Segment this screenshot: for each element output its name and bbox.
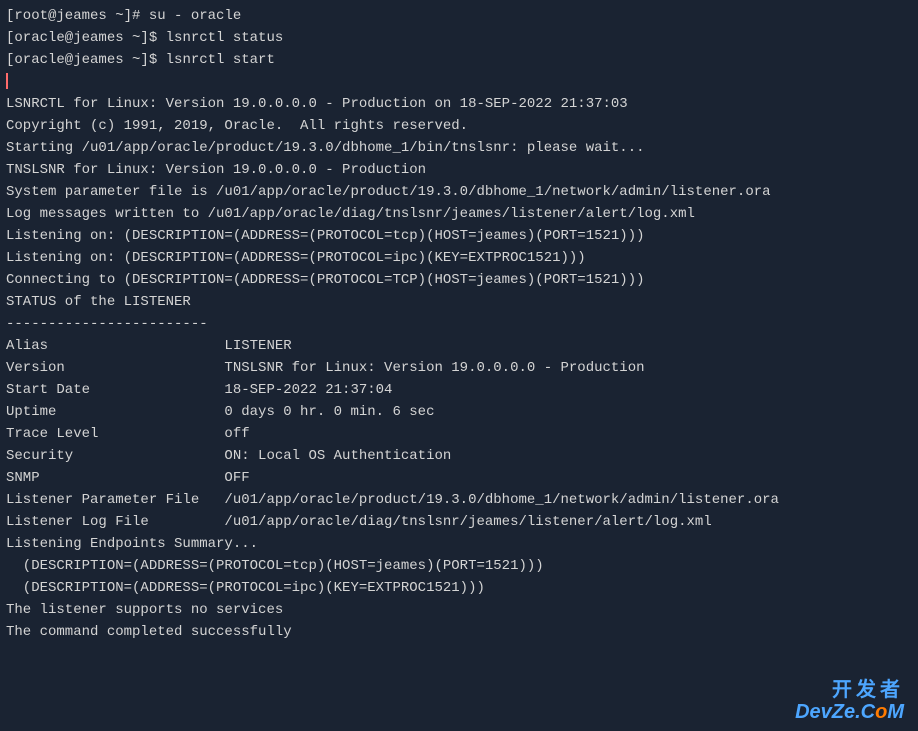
terminal-output: [root@jeames ~]# su - oracle [oracle@jea… (6, 5, 912, 643)
output-line: ------------------------ (6, 313, 912, 335)
prompt-line-root: [root@jeames ~]# su - oracle (6, 5, 912, 27)
output-line: System parameter file is /u01/app/oracle… (6, 181, 912, 203)
status-security: Security ON: Local OS Authentication (6, 445, 912, 467)
output-line: Copyright (c) 1991, 2019, Oracle. All ri… (6, 115, 912, 137)
output-line: Starting /u01/app/oracle/product/19.3.0/… (6, 137, 912, 159)
prompt-line-oracle-start: [oracle@jeames ~]$ lsnrctl start (6, 49, 912, 71)
output-line: The command completed successfully (6, 621, 912, 643)
status-start-date: Start Date 18-SEP-2022 21:37:04 (6, 379, 912, 401)
command-start: lsnrctl start (166, 52, 275, 68)
prompt-line-oracle-status: [oracle@jeames ~]$ lsnrctl status (6, 27, 912, 49)
output-line: Listening on: (DESCRIPTION=(ADDRESS=(PRO… (6, 225, 912, 247)
output-line: Listening on: (DESCRIPTION=(ADDRESS=(PRO… (6, 247, 912, 269)
output-line: LSNRCTL for Linux: Version 19.0.0.0.0 - … (6, 93, 912, 115)
status-listener-param: Listener Parameter File /u01/app/oracle/… (6, 489, 912, 511)
status-alias: Alias LISTENER (6, 335, 912, 357)
watermark: 开发者 DevZe.CoM (795, 679, 904, 723)
command-status: lsnrctl status (166, 30, 284, 46)
output-line: The listener supports no services (6, 599, 912, 621)
output-line: Log messages written to /u01/app/oracle/… (6, 203, 912, 225)
output-line: Listening Endpoints Summary... (6, 533, 912, 555)
status-version: Version TNSLSNR for Linux: Version 19.0.… (6, 357, 912, 379)
output-line: STATUS of the LISTENER (6, 291, 912, 313)
status-trace-level: Trace Level off (6, 423, 912, 445)
status-listener-log: Listener Log File /u01/app/oracle/diag/t… (6, 511, 912, 533)
cursor-icon (6, 73, 8, 89)
output-line: Connecting to (DESCRIPTION=(ADDRESS=(PRO… (6, 269, 912, 291)
endpoint-tcp: (DESCRIPTION=(ADDRESS=(PROTOCOL=tcp)(HOS… (6, 555, 912, 577)
watermark-cn: 开发者 (795, 679, 904, 701)
prompt-oracle: [oracle@jeames ~]$ (6, 52, 166, 68)
status-uptime: Uptime 0 days 0 hr. 0 min. 6 sec (6, 401, 912, 423)
watermark-en: DevZe.CoM (795, 701, 904, 723)
command-su: su - oracle (149, 8, 241, 24)
status-snmp: SNMP OFF (6, 467, 912, 489)
prompt-oracle: [oracle@jeames ~]$ (6, 30, 166, 46)
cursor-line[interactable] (6, 71, 912, 93)
output-line: TNSLSNR for Linux: Version 19.0.0.0.0 - … (6, 159, 912, 181)
prompt-root: [root@jeames ~]# (6, 8, 149, 24)
endpoint-ipc: (DESCRIPTION=(ADDRESS=(PROTOCOL=ipc)(KEY… (6, 577, 912, 599)
